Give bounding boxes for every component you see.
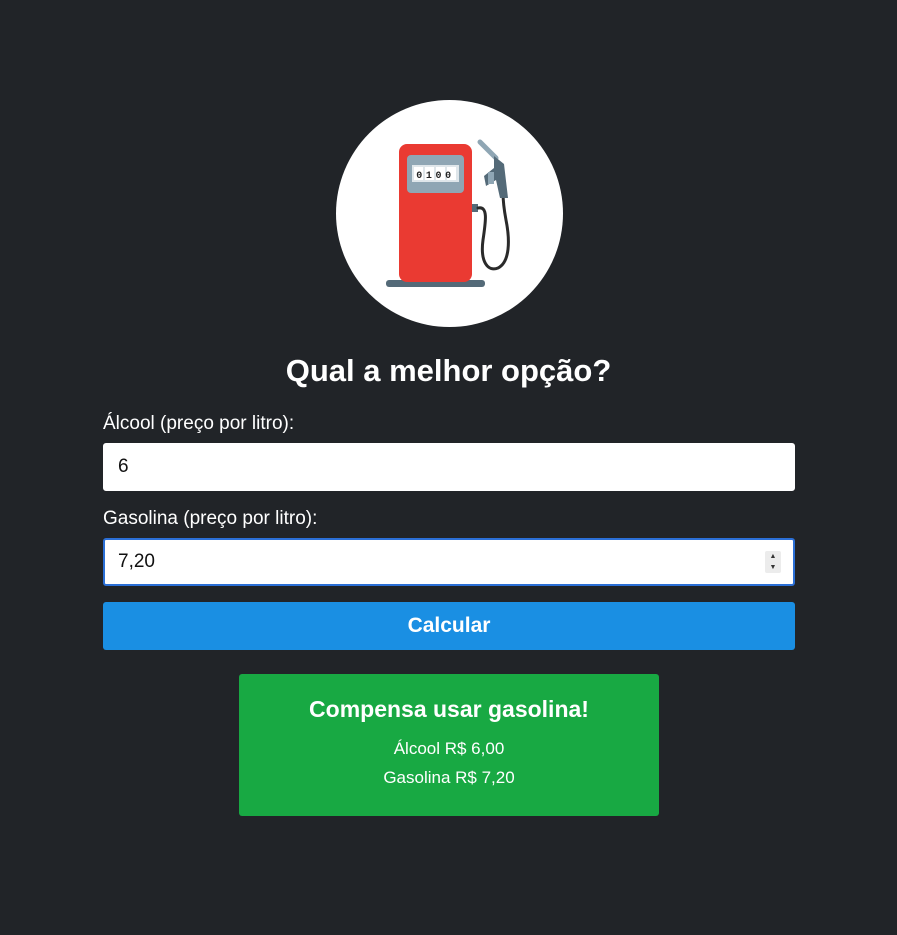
alcool-price-input[interactable]	[103, 443, 795, 491]
page-title: Qual a melhor opção?	[285, 353, 612, 388]
fuel-pump-icon: 0100	[386, 139, 510, 287]
stepper-up-icon[interactable]: ▲	[765, 551, 781, 562]
calculate-button[interactable]: Calcular	[103, 602, 795, 650]
page: 0100 Qual a melhor opção? Álcool (preço …	[0, 0, 897, 935]
gasolina-price-input[interactable]	[103, 538, 795, 586]
result-alcool-price: Álcool R$ 6,00	[393, 739, 505, 758]
number-stepper[interactable]: ▲ ▼	[765, 551, 781, 573]
pump-display-digits: 0100	[416, 171, 454, 182]
result-panel: Compensa usar gasolina! Álcool R$ 6,00 G…	[239, 674, 659, 816]
result-gasolina-price: Gasolina R$ 7,20	[383, 768, 515, 787]
alcool-label: Álcool (preço por litro):	[103, 413, 295, 434]
logo: 0100	[336, 100, 563, 327]
stepper-down-icon[interactable]: ▼	[765, 562, 781, 573]
gasolina-label: Gasolina (preço por litro):	[103, 508, 318, 529]
result-heading: Compensa usar gasolina!	[309, 696, 589, 722]
